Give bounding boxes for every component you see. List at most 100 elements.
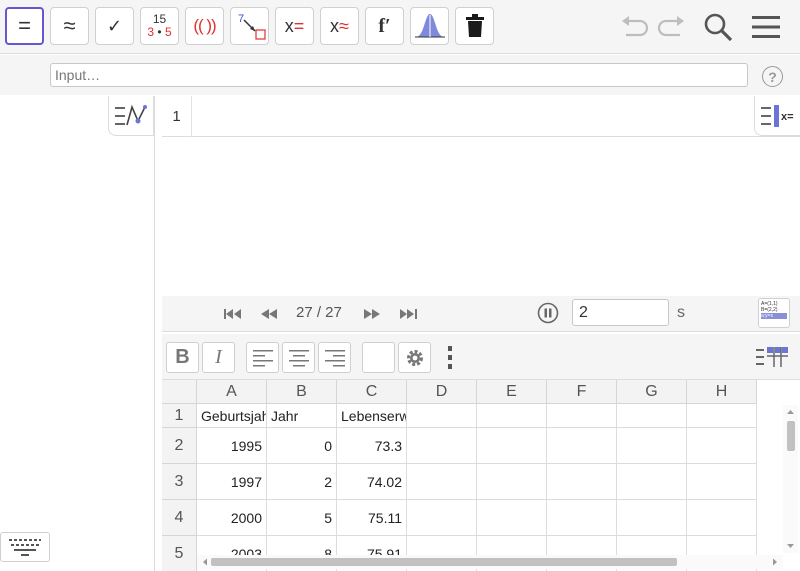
cell-G4[interactable] bbox=[617, 500, 687, 536]
cell-D4[interactable] bbox=[407, 500, 477, 536]
settings-button[interactable] bbox=[398, 342, 431, 373]
column-header-A[interactable]: A bbox=[197, 380, 267, 404]
numeric-tool[interactable]: ≈ bbox=[50, 7, 89, 45]
search-button[interactable] bbox=[701, 10, 735, 44]
row-header-1[interactable]: 1 bbox=[162, 404, 197, 428]
vertical-scroll-thumb[interactable] bbox=[787, 421, 795, 451]
input-field[interactable] bbox=[50, 63, 748, 87]
cell-B4[interactable]: 5 bbox=[267, 500, 337, 536]
horizontal-scroll-thumb[interactable] bbox=[211, 558, 677, 566]
substitute-icon: 7 bbox=[238, 13, 266, 40]
main-menu-button[interactable] bbox=[749, 10, 783, 44]
solve-tool[interactable]: x= bbox=[275, 7, 314, 45]
cell-G3[interactable] bbox=[617, 464, 687, 500]
cas-style-bar-toggle[interactable]: x= bbox=[754, 96, 800, 136]
vertical-scrollbar[interactable] bbox=[783, 405, 798, 553]
align-right-button[interactable] bbox=[318, 342, 351, 373]
keep-input-tool[interactable]: (( )) bbox=[185, 7, 224, 45]
cell-A3[interactable]: 1997 bbox=[197, 464, 267, 500]
cell-H1[interactable] bbox=[687, 404, 757, 428]
cell-F3[interactable] bbox=[547, 464, 617, 500]
italic-button[interactable]: I bbox=[202, 342, 235, 373]
sheet-corner[interactable] bbox=[162, 380, 197, 404]
cell-H2[interactable] bbox=[687, 428, 757, 464]
column-header-G[interactable]: G bbox=[617, 380, 687, 404]
probability-calculator-tool[interactable] bbox=[410, 7, 449, 45]
align-left-icon bbox=[252, 349, 273, 366]
cell-B2[interactable]: 0 bbox=[267, 428, 337, 464]
spreadsheet-style-bar: B I bbox=[162, 334, 800, 380]
cas-row[interactable]: 1 bbox=[162, 96, 800, 137]
nsolve-tool[interactable]: x≈ bbox=[320, 7, 359, 45]
cell-C1[interactable]: Lebenserwartung bbox=[337, 404, 407, 428]
redo-button[interactable] bbox=[654, 10, 688, 44]
graphics-style-bar-toggle[interactable] bbox=[108, 96, 154, 136]
cell-F4[interactable] bbox=[547, 500, 617, 536]
align-left-button[interactable] bbox=[246, 342, 279, 373]
column-header-E[interactable]: E bbox=[477, 380, 547, 404]
nsolve-icon: x≈ bbox=[330, 15, 349, 36]
first-step-button[interactable] bbox=[224, 304, 242, 324]
gear-icon bbox=[406, 349, 423, 366]
cell-D3[interactable] bbox=[407, 464, 477, 500]
cell-E3[interactable] bbox=[477, 464, 547, 500]
cas-row-number: 1 bbox=[162, 96, 192, 137]
table-style-button[interactable]: A=(1,1) B=(2,2) a:y=x bbox=[758, 298, 790, 328]
column-header-H[interactable]: H bbox=[687, 380, 757, 404]
horizontal-scrollbar[interactable] bbox=[197, 555, 783, 569]
cell-E1[interactable] bbox=[477, 404, 547, 428]
skip-to-start-icon bbox=[224, 309, 241, 319]
cell-C2[interactable]: 73.3 bbox=[337, 428, 407, 464]
cell-F1[interactable] bbox=[547, 404, 617, 428]
cell-A2[interactable]: 1995 bbox=[197, 428, 267, 464]
virtual-keyboard-button[interactable] bbox=[0, 532, 50, 562]
next-step-button[interactable] bbox=[363, 304, 381, 324]
check-input-tool[interactable]: ✓ bbox=[95, 7, 134, 45]
cell-C3[interactable]: 74.02 bbox=[337, 464, 407, 500]
cell-F2[interactable] bbox=[547, 428, 617, 464]
cell-E4[interactable] bbox=[477, 500, 547, 536]
row-header-4[interactable]: 4 bbox=[162, 500, 197, 536]
cell-E2[interactable] bbox=[477, 428, 547, 464]
align-center-button[interactable] bbox=[282, 342, 315, 373]
align-right-icon bbox=[324, 349, 345, 366]
column-header-F[interactable]: F bbox=[547, 380, 617, 404]
evaluate-tool[interactable]: = bbox=[5, 7, 44, 45]
derivative-tool[interactable]: f′ bbox=[365, 7, 404, 45]
substitute-tool[interactable]: 7 bbox=[230, 7, 269, 45]
cell-D1[interactable] bbox=[407, 404, 477, 428]
animation-speed-input[interactable] bbox=[572, 299, 669, 326]
cell-H3[interactable] bbox=[687, 464, 757, 500]
factor-tool[interactable]: 15 3 • 5 bbox=[140, 7, 179, 45]
cell-A4[interactable]: 2000 bbox=[197, 500, 267, 536]
cell-H4[interactable] bbox=[687, 500, 757, 536]
column-header-B[interactable]: B bbox=[267, 380, 337, 404]
cell-C4[interactable]: 75.11 bbox=[337, 500, 407, 536]
last-step-button[interactable] bbox=[399, 304, 417, 324]
undo-button[interactable] bbox=[618, 10, 652, 44]
cell-A1[interactable]: Geburtsjahr bbox=[197, 404, 267, 428]
cas-style-icon: x= bbox=[760, 104, 793, 127]
column-header-C[interactable]: C bbox=[337, 380, 407, 404]
column-header-D[interactable]: D bbox=[407, 380, 477, 404]
cell-B1[interactable]: Jahr bbox=[267, 404, 337, 428]
cell-G1[interactable] bbox=[617, 404, 687, 428]
row-header-3[interactable]: 3 bbox=[162, 464, 197, 500]
delete-tool[interactable] bbox=[455, 7, 494, 45]
vertical-dots-icon bbox=[448, 346, 452, 369]
pause-button[interactable] bbox=[537, 302, 559, 324]
row-header-2[interactable]: 2 bbox=[162, 428, 197, 464]
graphics-view[interactable] bbox=[0, 96, 155, 571]
background-color-button[interactable] bbox=[362, 342, 395, 373]
help-icon[interactable]: ? bbox=[762, 66, 783, 87]
cell-D2[interactable] bbox=[407, 428, 477, 464]
more-options-button[interactable] bbox=[446, 344, 454, 372]
row-header-5[interactable]: 5 bbox=[162, 536, 197, 571]
previous-step-button[interactable] bbox=[260, 304, 278, 324]
cell-B3[interactable]: 2 bbox=[267, 464, 337, 500]
cell-G2[interactable] bbox=[617, 428, 687, 464]
animation-bar: 27 / 27 s A=(1,1) B=(2,2) a:y=x bbox=[162, 296, 800, 332]
bold-button[interactable]: B bbox=[166, 342, 199, 373]
spreadsheet-style-toggle[interactable] bbox=[755, 346, 789, 368]
factor-left: 3 bbox=[147, 25, 155, 39]
